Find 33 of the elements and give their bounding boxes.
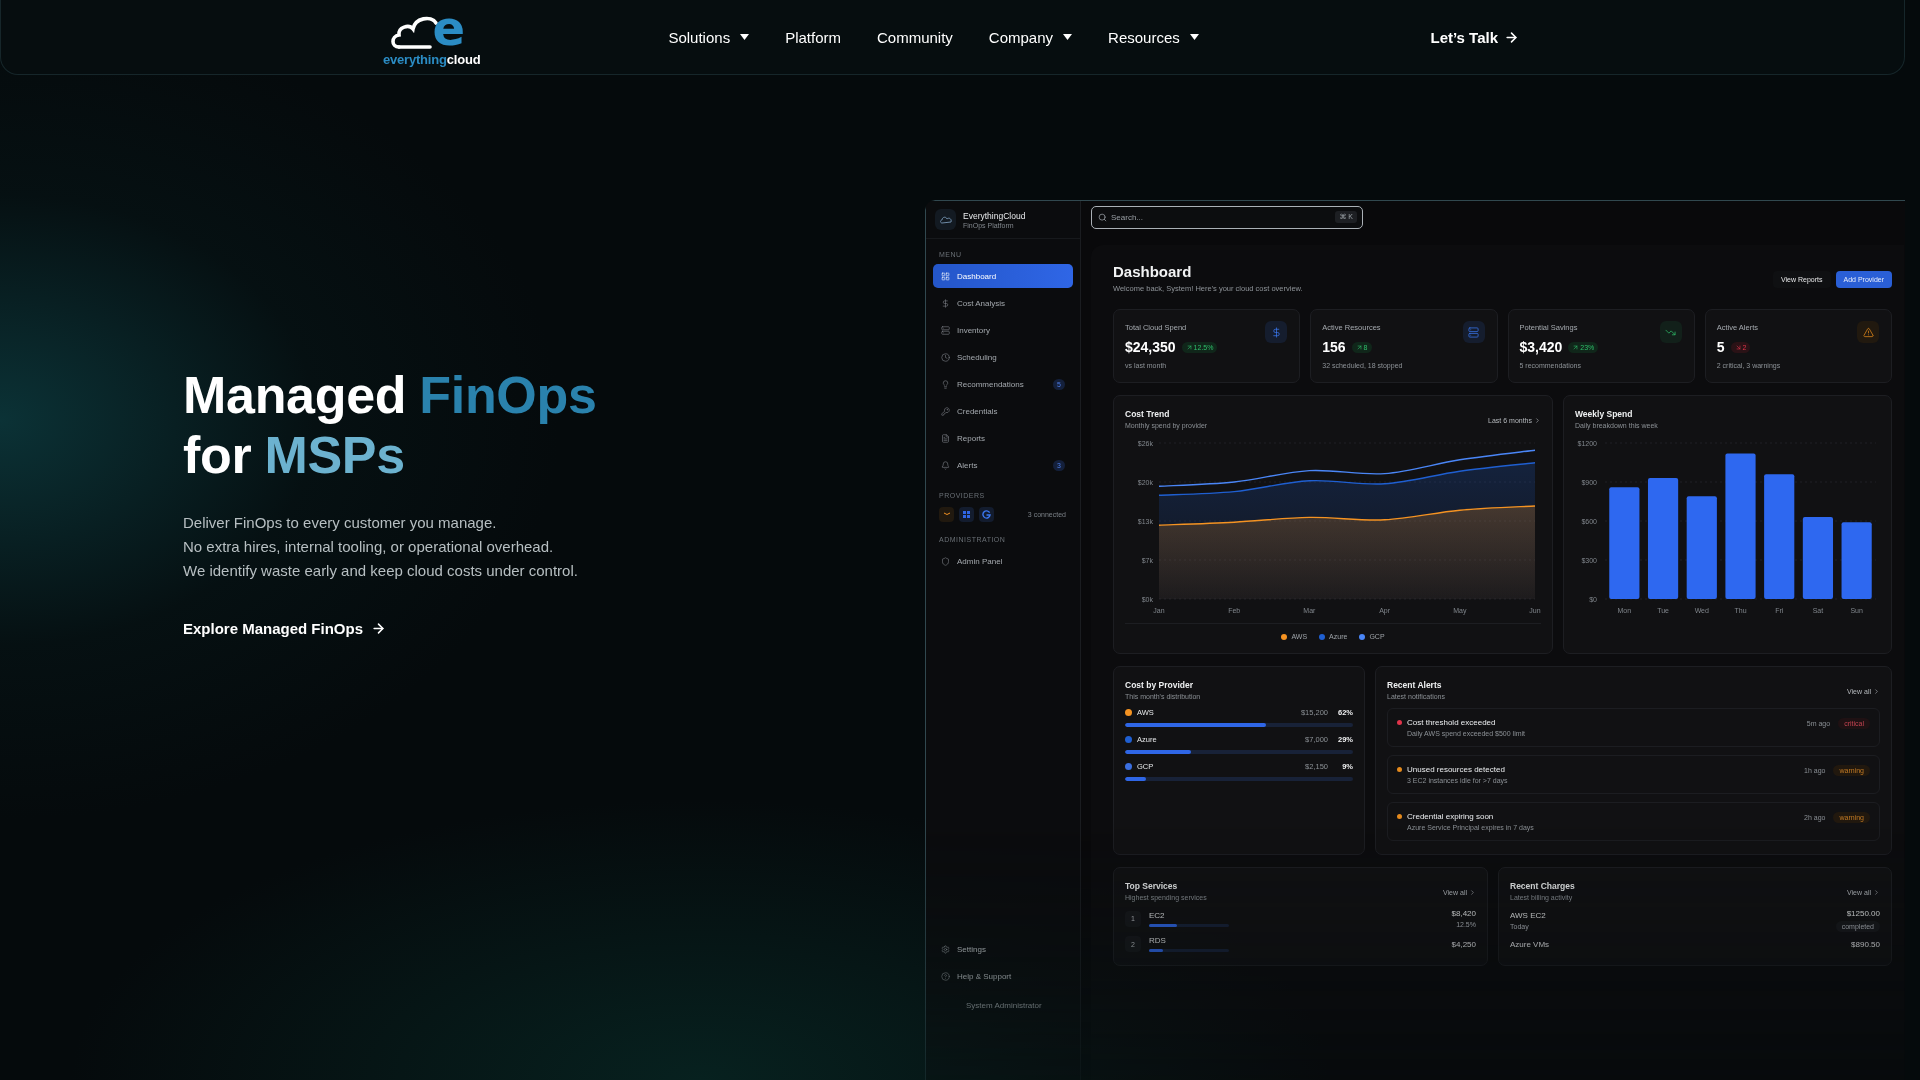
page-title: Dashboard: [1113, 263, 1193, 280]
headline-word: for: [183, 425, 252, 485]
stat-value: 5: [1716, 339, 1725, 355]
hero-text: No extra hires, internal tooling, or operational overhead.: [183, 537, 555, 556]
card-title: Top Services: [1125, 881, 1179, 891]
alert-title: Unused resources detected: [1407, 765, 1506, 774]
alert-title: Credential expiring soon: [1407, 812, 1495, 821]
logo-text: everythingcloud: [383, 52, 481, 67]
headline-word: FinOps: [419, 365, 597, 425]
headline-word: MSPs: [264, 425, 405, 485]
charge-name: Azure VMs: [1510, 940, 1550, 949]
charge-amount: $890.50: [1851, 940, 1880, 949]
stat-value: $3,420: [1519, 339, 1563, 355]
service-amount: $8,420: [1451, 909, 1476, 918]
card-title: Weekly Spend: [1575, 409, 1634, 419]
logo-letter: e: [432, 11, 465, 49]
user-name: System Administrator: [965, 1000, 1043, 1012]
brand-name: EverythingCloud: [963, 210, 1026, 221]
service-name: EC2: [1149, 910, 1166, 920]
service-amount: $4,250: [1451, 939, 1476, 949]
stat-value: $24,350: [1125, 339, 1176, 355]
stat-value: 156: [1322, 339, 1346, 355]
service-name: RDS: [1149, 936, 1167, 945]
hero-text: Deliver FinOps to every customer you manage.: [183, 513, 498, 532]
card-title: Recent Alerts: [1387, 680, 1443, 690]
card-title: Cost by Provider: [1125, 680, 1195, 690]
alert-title: Cost threshold exceeded: [1407, 718, 1497, 727]
card-title: Recent Charges: [1510, 881, 1575, 891]
card-title: Cost Trend: [1125, 409, 1171, 419]
charge-name: AWS EC2: [1510, 911, 1546, 920]
hero-text: We identify waste early and keep cloud costs under control.: [183, 561, 579, 580]
headline-word: Managed: [183, 365, 407, 425]
charge-amount: $1250.00: [1846, 909, 1880, 918]
